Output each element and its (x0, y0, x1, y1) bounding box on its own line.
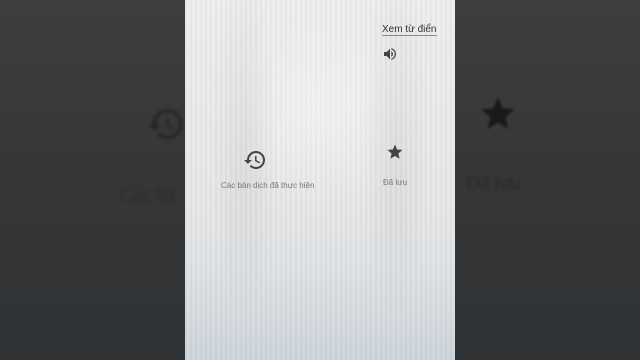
history-icon (147, 109, 183, 139)
star-icon (481, 97, 515, 129)
history-label[interactable]: Các bản dịch đã thực hiện (221, 181, 314, 190)
background-saved-label: Đã lưu (466, 172, 521, 194)
volume-icon[interactable] (382, 46, 398, 62)
history-icon[interactable] (243, 148, 267, 172)
saved-label[interactable]: Đã lưu (383, 178, 407, 187)
phone-screen: Xem từ điển Các bản dịch đã thực hiện Đã… (185, 0, 455, 360)
view-dictionary-link[interactable]: Xem từ điển (382, 24, 437, 36)
background-history-label: Các bả (120, 184, 175, 206)
screen-moire (185, 0, 455, 360)
star-icon[interactable] (386, 143, 404, 161)
video-frame: Các bả Đã lưu Xem từ điển Các bản dịch đ… (0, 0, 640, 360)
